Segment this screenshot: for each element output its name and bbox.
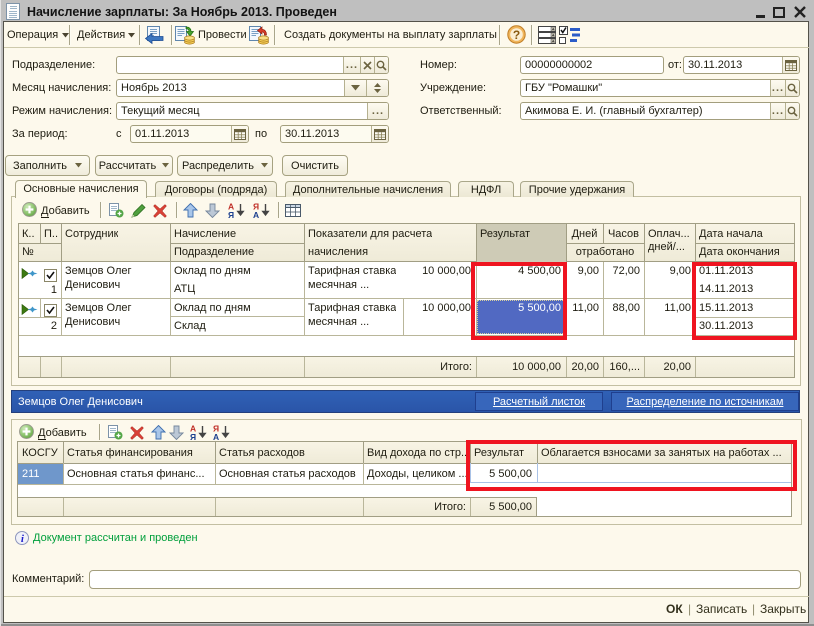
svg-text:Я: Я [190, 432, 196, 440]
svg-text:?: ? [513, 28, 520, 42]
svg-text:Я: Я [228, 210, 234, 218]
svg-text:А: А [253, 210, 259, 218]
svg-text:А: А [213, 432, 219, 440]
